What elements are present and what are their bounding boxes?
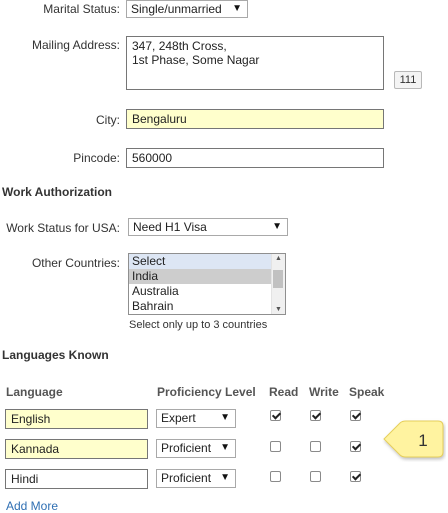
countries-hint: Select only up to 3 countries [129,319,268,331]
chevron-down-icon: ▼ [220,412,230,423]
proficiency-value: Proficient [161,471,212,485]
language-input-kannada[interactable]: Kannada [5,439,148,459]
write-checkbox-english[interactable] [310,410,321,421]
languages-heading: Languages Known [2,348,109,362]
chevron-down-icon: ▼ [220,442,230,453]
marital-status-value: Single/unmarried [131,2,222,16]
pincode-label: Pincode: [73,151,120,165]
scroll-up-icon[interactable]: ▲ [275,255,282,262]
chevron-down-icon: ▼ [232,3,242,14]
col-proficiency-header: Proficiency Level [157,385,256,399]
work-status-select[interactable]: Need H1 Visa ▼ [128,218,288,236]
proficiency-select-english[interactable]: Expert ▼ [156,409,236,428]
address-line-1: 347, 248th Cross, [132,39,227,53]
city-label: City: [96,113,120,127]
proficiency-value: Proficient [161,441,212,455]
language-input-english[interactable]: English [5,409,148,429]
read-checkbox-hindi[interactable] [270,471,281,482]
pincode-input[interactable]: 560000 [126,148,384,168]
proficiency-value: Expert [161,411,196,425]
address-char-counter: 111 [394,71,422,89]
marital-status-select[interactable]: Single/unmarried ▼ [126,0,248,18]
city-input[interactable]: Bengaluru [126,109,384,129]
proficiency-select-kannada[interactable]: Proficient ▼ [156,439,236,458]
col-language-header: Language [6,385,63,399]
chevron-down-icon: ▼ [220,472,230,483]
scrollbar-thumb[interactable] [273,270,283,288]
listbox-scrollbar[interactable]: ▲ ▼ [271,254,285,314]
speak-checkbox-hindi[interactable] [350,471,361,482]
chevron-down-icon: ▼ [272,221,282,232]
col-write-header: Write [309,385,339,399]
col-speak-header: Speak [349,385,385,399]
country-option[interactable]: Select [129,254,285,269]
speak-checkbox-english[interactable] [350,410,361,421]
callout-number: 1 [418,431,427,450]
write-checkbox-kannada[interactable] [310,441,321,452]
work-authorization-heading: Work Authorization [2,185,112,199]
marital-status-label: Marital Status: [43,2,120,16]
address-line-2: 1st Phase, Some Nagar [132,53,260,67]
other-countries-listbox[interactable]: Select India Australia Bahrain ▲ ▼ [128,253,286,315]
proficiency-select-hindi[interactable]: Proficient ▼ [156,469,236,488]
write-checkbox-hindi[interactable] [310,471,321,482]
country-option[interactable]: India [129,269,272,284]
read-checkbox-english[interactable] [270,410,281,421]
col-read-header: Read [269,385,299,399]
callout-marker: 1 [383,420,444,458]
country-option[interactable]: Australia [129,284,285,299]
mailing-address-textarea[interactable]: 347, 248th Cross, 1st Phase, Some Nagar [126,36,384,90]
country-option[interactable]: Bahrain [129,299,285,314]
callout-shape [383,420,444,458]
other-countries-label: Other Countries: [31,256,120,270]
scroll-down-icon[interactable]: ▼ [275,306,282,313]
work-status-label: Work Status for USA: [6,221,120,235]
mailing-address-label: Mailing Address: [31,38,120,52]
speak-checkbox-kannada[interactable] [350,441,361,452]
read-checkbox-kannada[interactable] [270,441,281,452]
language-input-hindi[interactable]: Hindi [5,469,148,489]
work-status-value: Need H1 Visa [133,220,207,234]
